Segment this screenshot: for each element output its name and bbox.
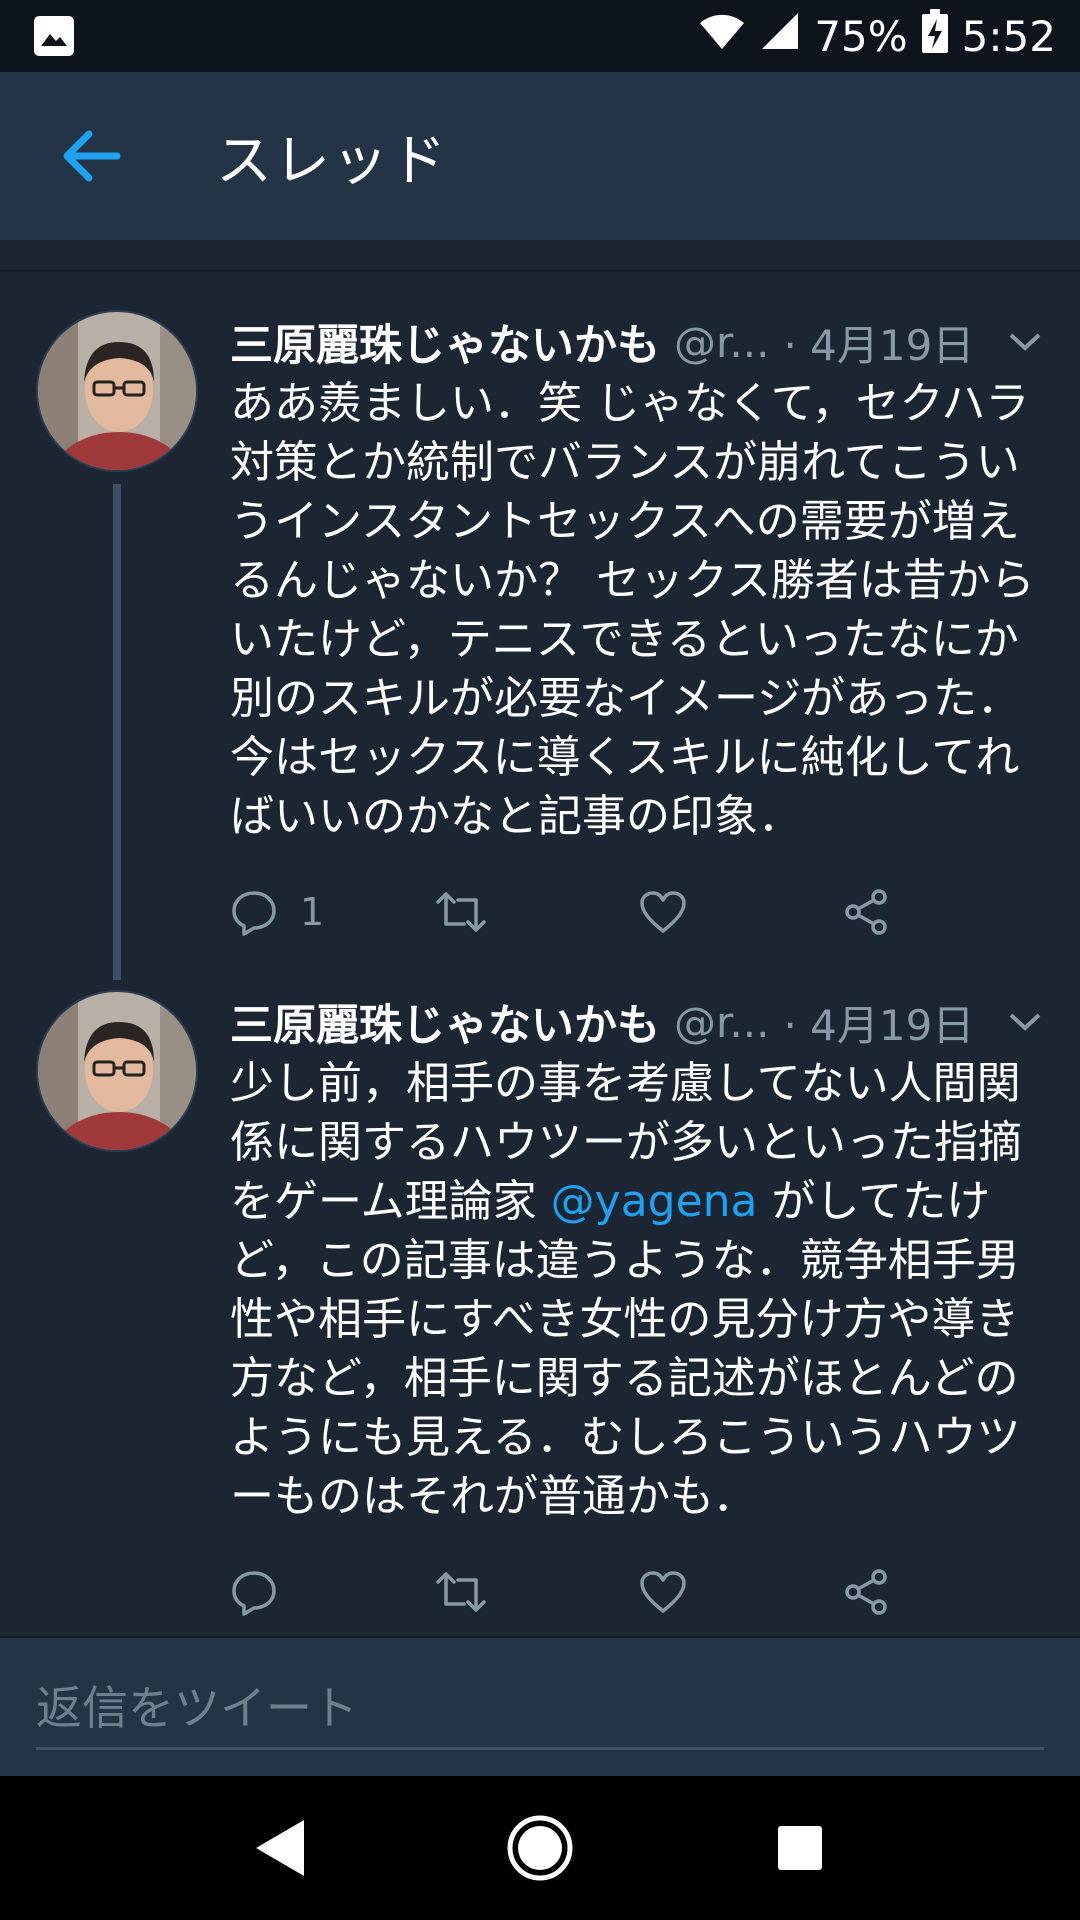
tweet-actions: 1 [230, 882, 1045, 942]
tweet-2[interactable]: 三原麗珠じゃないかも @r... · 4月19日 少し前，相手の事を考慮してない… [0, 990, 1080, 1616]
nav-recents-button[interactable] [750, 1798, 850, 1898]
back-triangle-icon [256, 1820, 304, 1876]
heart-icon [639, 1571, 686, 1613]
reply-icon [232, 1571, 276, 1616]
mention-link[interactable]: @yagena [551, 1176, 758, 1227]
divider [0, 270, 1080, 272]
heart-icon [639, 891, 686, 933]
share-button[interactable] [841, 887, 1045, 937]
status-bar: 75% 5:52 [0, 0, 1080, 72]
back-button[interactable] [46, 111, 136, 201]
tweet-text-part: がしてたけど，この記事は違うような．競争相手男性や相手にすべき女性の見分け方や導… [230, 1176, 1021, 1522]
share-icon [845, 1569, 887, 1615]
tweet-text: ああ羨ましい．笑 じゃなくて，セクハラ対策とか統制でバランスが崩れてこういうイン… [230, 378, 1035, 842]
share-icon [845, 889, 887, 935]
retweet-button[interactable] [434, 1570, 638, 1614]
chevron-down-icon[interactable] [1005, 1002, 1045, 1042]
page-title: スレッド [216, 128, 448, 194]
reply-button[interactable]: 1 [230, 888, 434, 936]
tweet-1[interactable]: 三原麗珠じゃないかも @r... · 4月19日 ああ羨ましい．笑 じゃなくて，… [0, 310, 1080, 980]
avatar[interactable] [36, 990, 198, 1152]
thread-line [113, 484, 121, 980]
chevron-down-icon[interactable] [1005, 322, 1045, 362]
gallery-icon [34, 16, 74, 56]
home-circle-icon [507, 1815, 573, 1881]
author-name[interactable]: 三原麗珠じゃないかも [230, 311, 660, 373]
retweet-icon [436, 1572, 486, 1612]
retweet-icon [436, 892, 486, 932]
share-button[interactable] [841, 1567, 1045, 1617]
tweet-date: · 4月19日 [783, 1000, 975, 1050]
tweet-text: 少し前，相手の事を考慮してない人間関係に関するハウツーが多いといった指摘をゲーム… [230, 1054, 1045, 1526]
battery-level: 75% [814, 11, 908, 61]
nav-home-button[interactable] [490, 1798, 590, 1898]
clock-time: 5:52 [961, 11, 1056, 61]
author-handle[interactable]: @r... [674, 318, 769, 367]
reply-button[interactable] [230, 1568, 434, 1616]
reply-input[interactable]: 返信をツイート [36, 1664, 1044, 1750]
like-button[interactable] [638, 889, 842, 935]
tweet-actions [230, 1562, 1045, 1622]
author-handle[interactable]: @r... [674, 998, 769, 1047]
reply-icon [232, 891, 276, 936]
signal-icon [760, 11, 800, 61]
system-nav-bar [0, 1776, 1080, 1920]
retweet-button[interactable] [434, 890, 638, 934]
reply-composer: 返信をツイート [0, 1638, 1080, 1776]
app-bar: スレッド [0, 72, 1080, 240]
author-name[interactable]: 三原麗珠じゃないかも [230, 991, 660, 1053]
tweet-date: · 4月19日 [783, 320, 975, 370]
reply-count: 1 [300, 890, 325, 934]
like-button[interactable] [638, 1569, 842, 1615]
avatar[interactable] [36, 310, 198, 472]
battery-charging-icon [921, 9, 948, 63]
wifi-icon [698, 11, 746, 61]
recents-square-icon [778, 1826, 822, 1870]
nav-back-button[interactable] [230, 1798, 330, 1898]
arrow-left-icon [63, 130, 121, 182]
